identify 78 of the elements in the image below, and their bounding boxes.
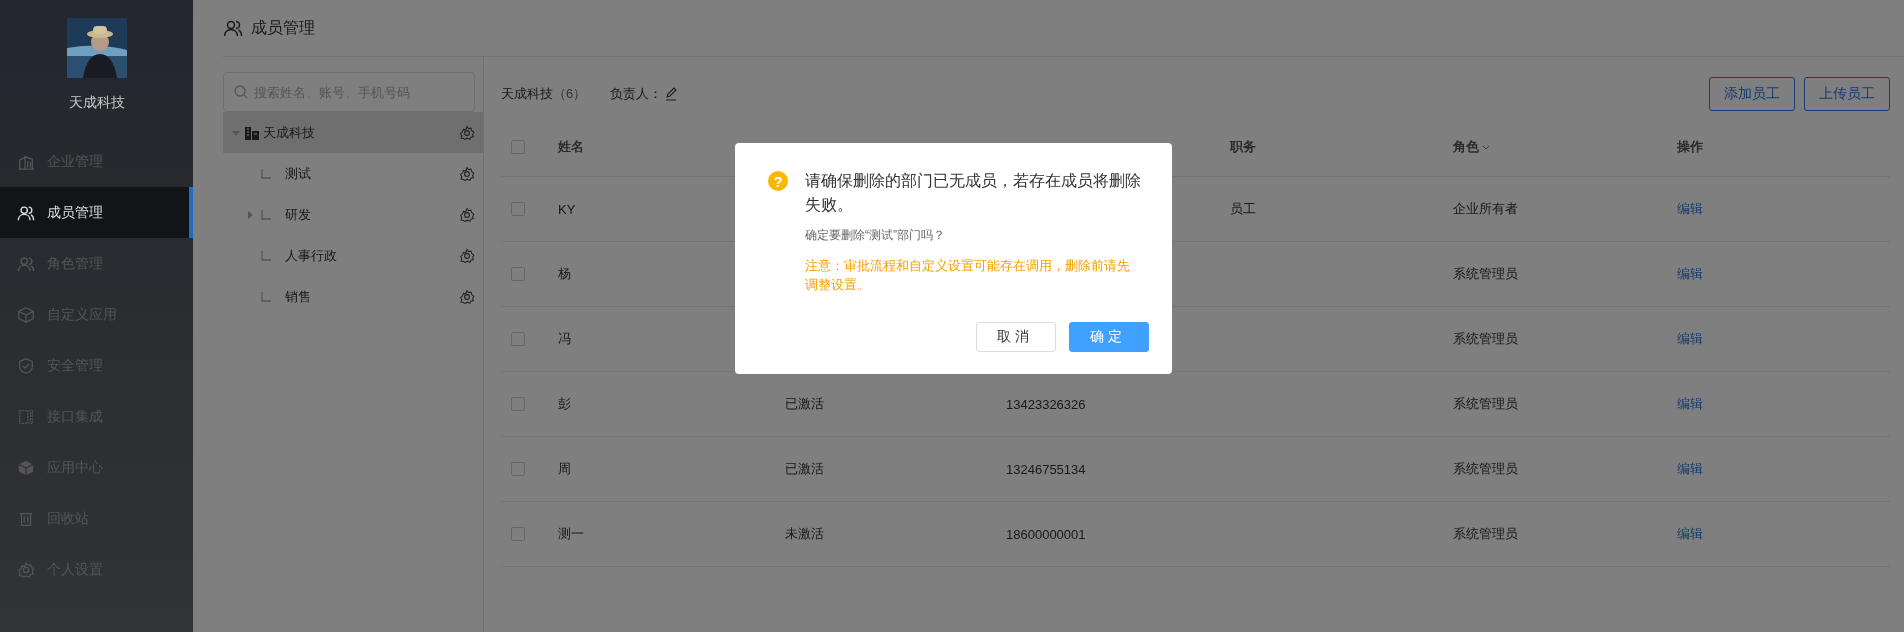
- table-cell: 已激活: [785, 395, 824, 413]
- settings-icon[interactable]: [459, 165, 475, 182]
- table-cell: 系统管理员: [1453, 330, 1518, 348]
- edit-link[interactable]: 编辑: [1677, 200, 1703, 218]
- tree-label: 研发: [285, 205, 312, 224]
- panel-icon: [17, 407, 35, 426]
- cube-icon: [17, 458, 35, 477]
- caret-icon[interactable]: [245, 209, 255, 220]
- dialog-message: 请确保删除的部门已无成员，若存在成员将删除失败。: [805, 171, 1142, 215]
- outline-button[interactable]: 上传员工: [1804, 77, 1890, 111]
- table-cell: 未激活: [785, 525, 824, 543]
- edit-link[interactable]: 编辑: [1677, 265, 1703, 283]
- edit-link[interactable]: 编辑: [1677, 460, 1703, 478]
- cube-icon: [17, 305, 35, 324]
- branch-line-icon: [261, 168, 271, 179]
- settings-icon[interactable]: [459, 288, 475, 305]
- table-cell: 彭: [558, 395, 571, 413]
- question-icon: ?: [768, 171, 788, 191]
- column-header[interactable]: 职务: [1230, 138, 1256, 156]
- branch-line-icon: [261, 250, 271, 261]
- nav-item[interactable]: 成员管理: [0, 187, 193, 238]
- column-header[interactable]: 姓名: [558, 138, 584, 156]
- edit-link[interactable]: 编辑: [1677, 330, 1703, 348]
- tree-label: 测试: [285, 164, 312, 183]
- checkbox[interactable]: [511, 462, 525, 476]
- checkbox[interactable]: [511, 527, 525, 541]
- branch-line-icon: [261, 209, 271, 220]
- gear-icon: [17, 560, 35, 579]
- users-icon: [223, 18, 243, 38]
- tree-label: 销售: [285, 287, 312, 306]
- table-cell: 系统管理员: [1453, 395, 1518, 413]
- column-header[interactable]: 角色: [1453, 138, 1491, 156]
- owner-label: 负责人：: [610, 85, 663, 103]
- tree-item[interactable]: 人事行政: [223, 235, 483, 276]
- tree-item[interactable]: 天成科技: [223, 112, 483, 153]
- search-icon: [234, 85, 248, 99]
- dialog-question: 确定要删除“测试”部门吗？: [805, 227, 946, 244]
- tree-item[interactable]: 测试: [223, 153, 483, 194]
- tree-item[interactable]: 研发: [223, 194, 483, 235]
- table-cell: 已激活: [785, 460, 824, 478]
- branch-line-icon: [261, 291, 271, 302]
- cancel-button[interactable]: 取消: [976, 322, 1056, 352]
- checkbox[interactable]: [511, 332, 525, 346]
- settings-icon[interactable]: [459, 247, 475, 264]
- building-icon: [245, 125, 259, 140]
- table-cell: 系统管理员: [1453, 460, 1518, 478]
- dialog-warning: 注意：审批流程和自定义设置可能存在调用，删除前请先调整设置。: [805, 257, 1131, 294]
- page-title: 成员管理: [251, 17, 315, 38]
- edit-link[interactable]: 编辑: [1677, 525, 1703, 543]
- table-cell: 系统管理员: [1453, 265, 1518, 283]
- confirm-button[interactable]: 确定: [1069, 322, 1149, 352]
- settings-icon[interactable]: [459, 124, 475, 141]
- table-cell: 13246755134: [1006, 461, 1086, 477]
- tree-label: 天成科技: [263, 123, 316, 142]
- table-cell: 周: [558, 460, 571, 478]
- settings-icon[interactable]: [459, 206, 475, 223]
- checkbox[interactable]: [511, 202, 525, 216]
- department-name: 天成科技: [501, 85, 553, 103]
- outline-button[interactable]: 添加员工: [1709, 77, 1795, 111]
- table-cell: 冯: [558, 330, 571, 348]
- table-cell: 18600000001: [1006, 526, 1086, 542]
- shield-icon: [17, 356, 35, 375]
- member-count: （6）: [553, 85, 587, 103]
- table-cell: 企业所有者: [1453, 200, 1518, 218]
- tree-label: 人事行政: [285, 246, 338, 265]
- tree-item[interactable]: 销售: [223, 276, 483, 317]
- checkbox[interactable]: [511, 267, 525, 281]
- checkbox[interactable]: [511, 140, 525, 154]
- table-cell: KY: [558, 201, 576, 217]
- pencil-icon[interactable]: [664, 87, 679, 101]
- table-cell: 员工: [1230, 200, 1256, 218]
- table-cell: 杨: [558, 265, 571, 283]
- column-header[interactable]: 操作: [1677, 138, 1703, 156]
- company-name: 天成科技: [67, 94, 126, 112]
- checkbox[interactable]: [511, 397, 525, 411]
- table-cell: 13423326326: [1006, 396, 1086, 412]
- edit-link[interactable]: 编辑: [1677, 395, 1703, 413]
- table-cell: 系统管理员: [1453, 525, 1518, 543]
